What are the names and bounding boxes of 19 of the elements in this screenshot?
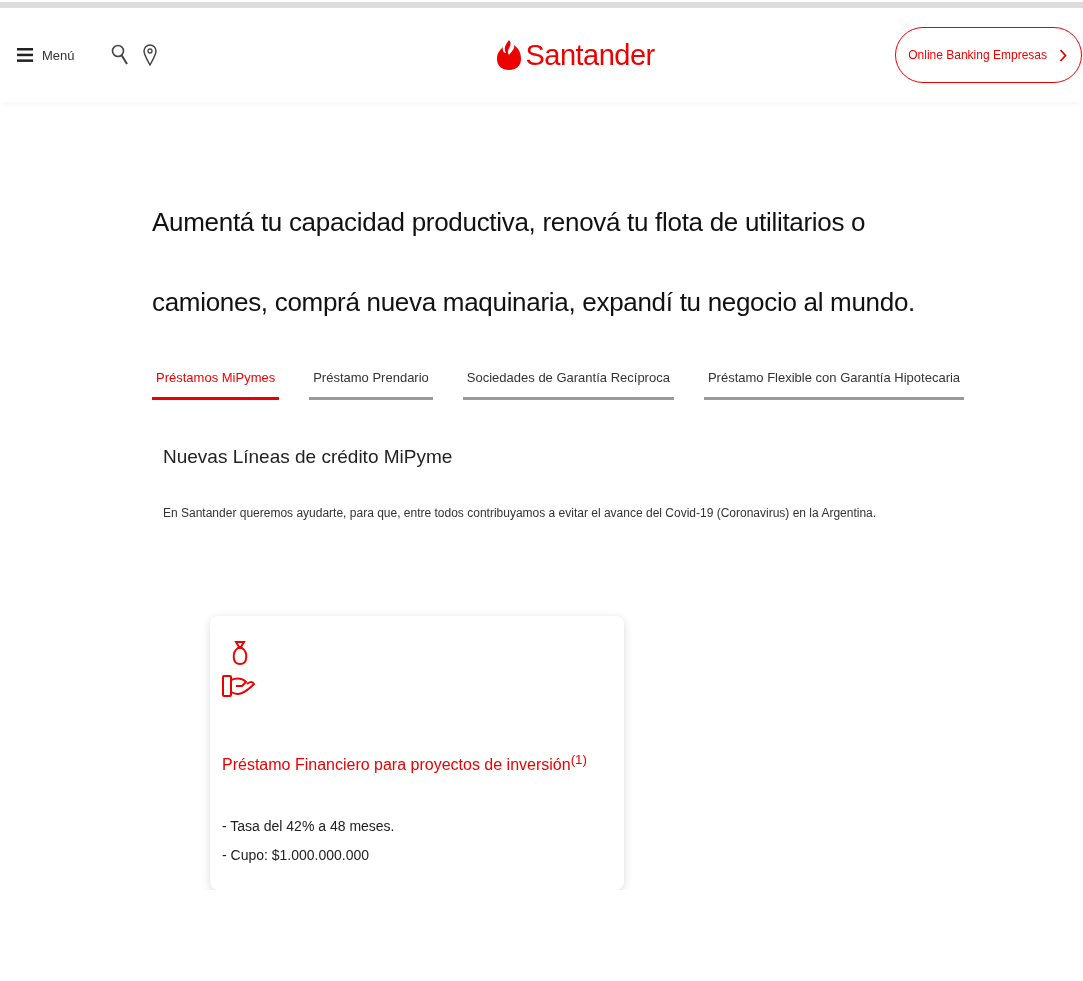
card-title: Préstamo Financiero para proyectos de inversión$^{(1)}$	[222, 752, 588, 775]
online-banking-button[interactable]: Online Banking Empresas	[895, 27, 1082, 83]
logo-text[interactable]: Santander	[525, 38, 655, 72]
hand-money-bag-icon	[222, 640, 256, 700]
card-detail: - Cupo: $1.000.000.000	[222, 846, 371, 866]
section-title: Nuevas Líneas de crédito MiPyme	[163, 446, 454, 468]
headline: Aumentá tu capacidad productiva, renová tu flota de utilitarios o camiones, comprá nueva maquinaria, expandí tu negocio al mundo.	[152, 206, 917, 319]
flame-icon	[497, 39, 522, 71]
card-detail: - Tasa del 42% a 48 meses.	[222, 817, 396, 837]
tab[interactable]: Préstamo Prendario	[309, 362, 433, 400]
search-icon[interactable]	[110, 44, 129, 66]
tab[interactable]: Préstamos MiPymes	[152, 362, 280, 400]
menu-icon[interactable]	[17, 48, 33, 62]
chevron-right-icon	[1059, 48, 1067, 62]
location-pin-icon[interactable]	[142, 44, 157, 66]
menu-label[interactable]: Menú	[42, 47, 75, 63]
tab[interactable]: Sociedades de Garantía Recíproca	[462, 362, 674, 400]
tab[interactable]: Préstamo Flexible con Garantía Hipotecaria	[703, 362, 965, 400]
section-description: En Santander queremos ayudarte, para que, entre todos contribuyamos a evitar el avance del Covid-19 (Coronavirus) en la Argentina.	[163, 506, 878, 520]
